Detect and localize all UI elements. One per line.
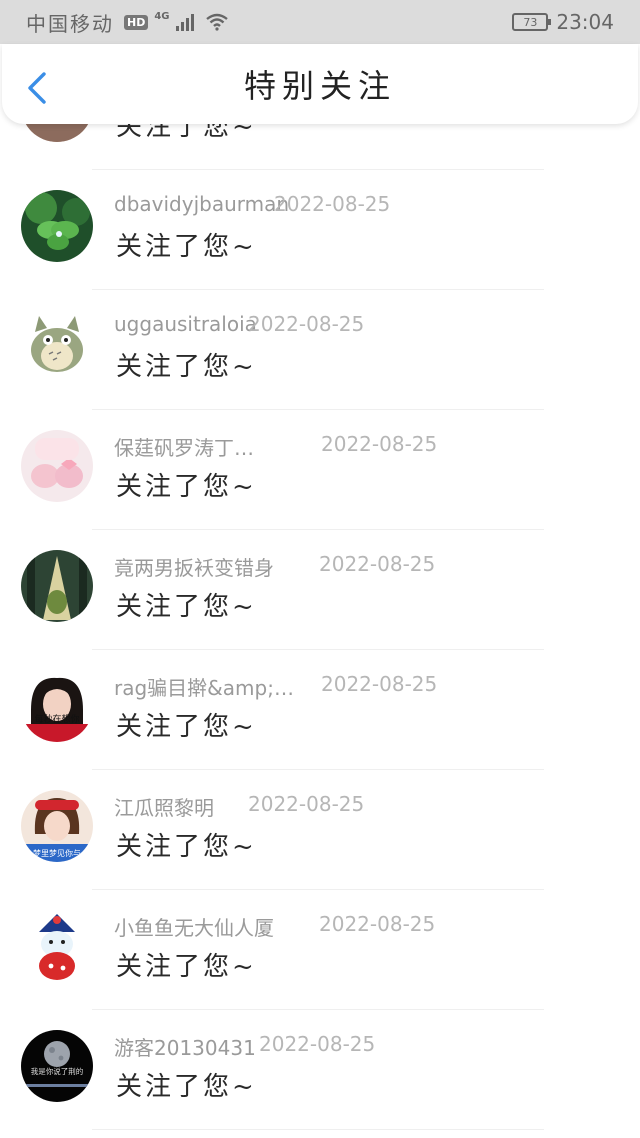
list-item[interactable]: 小鱼鱼无大仙人厦 2022-08-25 关注了您~ <box>0 890 640 1010</box>
follow-message: 关注了您~ <box>116 712 257 742</box>
follow-message: 关注了您~ <box>116 832 257 862</box>
list-item[interactable]: uggausitraloia 2022-08-25 关注了您~ <box>0 290 640 410</box>
chevron-left-icon[interactable] <box>24 72 50 104</box>
follow-date: 2022-08-25 <box>319 912 436 936</box>
follow-message: 关注了您~ <box>116 1072 257 1102</box>
wifi-icon <box>205 13 228 31</box>
avatar: 我是你说了荆的 <box>21 1030 93 1102</box>
follow-date: 2022-08-25 <box>248 312 365 336</box>
user-name: rag骗目擀&amp;… <box>114 676 294 700</box>
battery-icon: 73 <box>512 13 552 31</box>
follow-date: 2022-08-25 <box>259 1032 376 1056</box>
carrier-name: 中国移动 <box>26 11 114 36</box>
user-name: 竟两男扳袄变错身 <box>114 556 274 580</box>
user-name: 江瓜照黎明 <box>114 796 214 820</box>
avatar <box>21 310 93 382</box>
avatar-caption: 梦里梦见你与 <box>33 848 81 858</box>
list-item[interactable]: 我是你说了荆的 游客20130431 2022-08-25 关注了您~ <box>0 1010 640 1130</box>
list-item[interactable]: 保莛矾罗涛丁… 2022-08-25 关注了您~ <box>0 410 640 530</box>
follow-message: 关注了您~ <box>116 232 257 262</box>
user-name: 保莛矾罗涛丁… <box>114 436 254 460</box>
follow-date: 2022-08-25 <box>321 432 438 456</box>
follow-message: 关注了您~ <box>116 592 257 622</box>
signal-icon <box>175 13 194 31</box>
avatar: 梦里梦见你与 <box>21 790 93 862</box>
nav-bar: 特别关注 <box>2 44 638 124</box>
follow-date: 2022-08-25 <box>319 552 436 576</box>
status-bar: 中国移动 HD 4G 73 23:04 <box>0 0 640 44</box>
avatar <box>21 910 93 982</box>
list-item[interactable]: 竟两男扳袄变错身 2022-08-25 关注了您~ <box>0 530 640 650</box>
follow-date: 2022-08-25 <box>248 792 365 816</box>
avatar <box>21 430 93 502</box>
list-item[interactable]: 每秒在想你 rag骗目擀&amp;… 2022-08-25 关注了您~ <box>0 650 640 770</box>
user-name: uggausitraloia <box>114 312 257 336</box>
follow-date: 2022-08-25 <box>321 672 438 696</box>
network-type: 4G <box>154 10 170 22</box>
user-name: 小鱼鱼无大仙人厦 <box>114 916 274 940</box>
avatar-caption: 每秒在想你 <box>34 713 79 725</box>
avatar <box>21 550 93 622</box>
hd-badge: HD <box>124 14 149 30</box>
user-name: dbavidyjbaurman <box>114 192 290 216</box>
follow-message: 关注了您~ <box>116 952 257 982</box>
avatar-caption: 我是你说了荆的 <box>31 1066 84 1076</box>
list-item[interactable]: dbavidyjbaurman 2022-08-25 关注了您~ <box>0 170 640 290</box>
list-item[interactable]: 梦里梦见你与 江瓜照黎明 2022-08-25 关注了您~ <box>0 770 640 890</box>
avatar <box>21 190 93 262</box>
follower-list: 关注了您~ dbavidyjbaurman 2022-08-25 关注了您~ u… <box>0 104 640 1138</box>
divider <box>92 1129 544 1130</box>
user-name: 游客20130431 <box>114 1036 256 1060</box>
battery-level: 73 <box>523 15 538 29</box>
avatar: 每秒在想你 <box>21 670 93 742</box>
follow-message: 关注了您~ <box>116 472 257 502</box>
clock: 23:04 <box>556 10 614 34</box>
follow-message: 关注了您~ <box>116 352 257 382</box>
follow-date: 2022-08-25 <box>274 192 391 216</box>
page-title: 特别关注 <box>243 67 396 105</box>
status-right: 73 23:04 <box>512 10 614 34</box>
status-left: 中国移动 HD 4G <box>26 8 228 37</box>
